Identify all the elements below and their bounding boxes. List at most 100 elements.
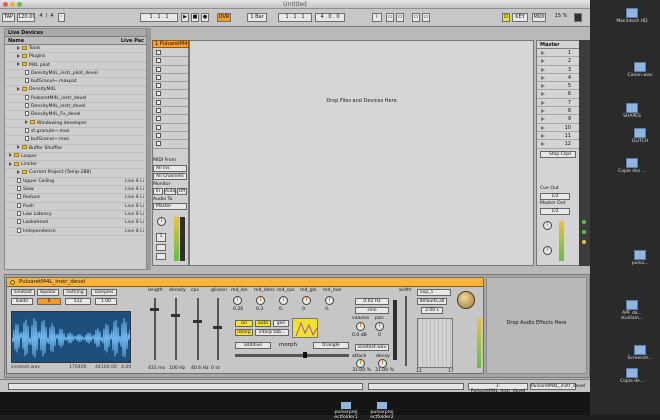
browser-row[interactable]: PulsaretM4L_instr_devel <box>5 94 146 104</box>
tempo-field[interactable]: 120.00 <box>17 13 35 22</box>
browser-row[interactable]: Independence Live 8 Li <box>5 227 146 236</box>
desktop-item[interactable]: APF da... studiam... <box>612 300 652 321</box>
tap-button[interactable]: TAP <box>2 13 15 22</box>
gen-button[interactable]: gen <box>273 320 289 327</box>
disclosure-triangle-icon[interactable] <box>17 45 20 50</box>
clip-slot[interactable] <box>153 49 188 58</box>
midi-from-menu[interactable]: All Ins <box>153 165 187 172</box>
key-map-button[interactable]: KEY <box>512 13 528 22</box>
view-dot-3[interactable] <box>582 240 586 244</box>
cue-out-menu[interactable]: 1/2 <box>540 193 570 200</box>
disclosure-triangle-icon[interactable] <box>25 120 28 125</box>
browser-row[interactable]: Buffer Shuffler <box>5 145 146 153</box>
draw-mode-button[interactable]: ⌇ <box>372 13 382 22</box>
browser-row[interactable]: Lookahead Live 8 Li <box>5 219 146 228</box>
device-title[interactable]: PulsaretM4L_instr_devel <box>7 278 483 287</box>
clip-slot[interactable] <box>153 140 188 149</box>
master-gain-knob[interactable] <box>457 291 475 309</box>
time-number[interactable]: 2.00 s <box>421 307 443 314</box>
overdub-button[interactable]: OVR <box>217 13 231 22</box>
scene-launch-icon[interactable] <box>541 109 545 114</box>
clip-stop-icon[interactable] <box>156 74 161 80</box>
browser-row[interactable]: Push Live 8 Li <box>5 202 146 211</box>
clip-slot[interactable] <box>153 90 188 99</box>
stop-clips-button[interactable]: Stop Clips <box>540 151 576 158</box>
mod-knob[interactable] <box>233 296 242 305</box>
device-power[interactable] <box>10 280 15 285</box>
clip-stop-icon[interactable] <box>156 83 161 89</box>
clip-slot[interactable] <box>153 74 188 83</box>
scene-launch-icon[interactable] <box>541 67 545 72</box>
cue-volume-knob[interactable] <box>543 221 552 230</box>
disclosure-triangle-icon[interactable] <box>17 86 20 91</box>
loop-length[interactable]: 4 . 0 . 0 <box>315 13 345 22</box>
clip-stop-icon[interactable] <box>156 124 161 130</box>
arm-button[interactable] <box>156 253 166 260</box>
param-fader-handle[interactable] <box>150 308 159 311</box>
audio-to-menu[interactable]: Master <box>153 203 187 210</box>
clip-slot[interactable] <box>153 57 188 66</box>
disclosure-triangle-icon[interactable] <box>17 53 20 58</box>
play-button[interactable]: ▶ <box>181 13 189 22</box>
clip-slot[interactable] <box>153 99 188 108</box>
wave-shape-menu[interactable]: sine <box>355 307 389 314</box>
midi-map-button[interactable]: MIDI <box>532 13 546 22</box>
clip-slot[interactable] <box>153 115 188 124</box>
quantize-menu[interactable]: 1 Bar <box>247 13 267 22</box>
clip-stop-icon[interactable] <box>156 66 161 72</box>
polarity-menu[interactable]: bipolar <box>37 289 59 296</box>
desktop-item[interactable]: Copie des ... <box>612 158 652 174</box>
disclosure-triangle-icon[interactable] <box>9 153 12 158</box>
clip-stop-icon[interactable] <box>156 141 161 147</box>
stop-button[interactable]: ■ <box>191 13 199 22</box>
monitor-in[interactable]: In <box>153 188 163 195</box>
auto-button[interactable]: auto <box>255 320 271 327</box>
browser-row[interactable]: Upper Ceiling Live 8 Li <box>5 177 146 187</box>
clip-slot[interactable] <box>153 132 188 141</box>
mode-menu[interactable]: nothing <box>63 289 87 296</box>
channel-menu[interactable]: All Channels <box>153 173 187 180</box>
width-slider[interactable] <box>405 296 407 366</box>
scene-launch-icon[interactable] <box>541 51 545 55</box>
clip-stop-icon[interactable] <box>156 108 161 114</box>
solo-button[interactable] <box>156 244 166 251</box>
mod-knob[interactable] <box>256 296 265 305</box>
ori-button[interactable]: ori <box>235 320 253 327</box>
desktop-item[interactable]: Copie de... <box>612 368 652 384</box>
decay-knob[interactable] <box>378 359 387 368</box>
mod-knob[interactable] <box>325 296 334 305</box>
freq-number[interactable]: 0.02 Hz <box>355 298 389 305</box>
browser-row[interactable]: Limiter <box>5 161 146 170</box>
clip-stop-icon[interactable] <box>156 58 161 64</box>
disclosure-triangle-icon[interactable] <box>17 62 20 67</box>
clip-stop-icon[interactable] <box>156 132 161 138</box>
monitor-auto[interactable]: Auto <box>164 188 176 195</box>
position-field[interactable]: 1 . 1 . 1 <box>140 13 178 22</box>
scene-launch-icon[interactable] <box>541 142 545 147</box>
pan-knob[interactable] <box>157 217 166 226</box>
attack-knob[interactable] <box>356 359 365 368</box>
disclosure-triangle-icon[interactable] <box>17 169 20 174</box>
interp-tab-menu[interactable]: interp tab... <box>255 329 289 336</box>
desktop-item[interactable]: Macintosh HD <box>612 8 652 24</box>
scene-launch-icon[interactable] <box>541 100 545 105</box>
clip-slot[interactable] <box>153 66 188 74</box>
param-fader-handle[interactable] <box>193 320 202 323</box>
mode-toggle[interactable]: D <box>502 13 510 22</box>
browser-row[interactable]: bufGranul~.maxpat <box>5 78 146 87</box>
param-fader[interactable] <box>175 298 177 360</box>
loop-position[interactable]: 1 . 1 . 1 <box>278 13 312 22</box>
desktop-item[interactable]: Canon.wav <box>620 62 660 78</box>
disclosure-triangle-icon[interactable] <box>9 161 12 166</box>
track-header[interactable]: 1 PulsaretM4 <box>152 40 189 48</box>
desktop-item[interactable]: GLITCH <box>620 128 660 144</box>
clip-stop-icon[interactable] <box>156 91 161 97</box>
wave-source-menu[interactable]: sinetest <box>11 289 35 296</box>
browser-row[interactable]: DensityM4L_instr_pilot_devel <box>5 69 146 79</box>
window-menu[interactable]: exp_1 <box>417 289 451 296</box>
clip-slot[interactable] <box>153 107 188 116</box>
scene-launch-icon[interactable] <box>541 133 545 138</box>
morph-slider-thumb[interactable] <box>303 352 307 358</box>
track-activator[interactable]: 1 <box>156 233 166 242</box>
triangle-button[interactable]: triangle <box>313 342 349 349</box>
